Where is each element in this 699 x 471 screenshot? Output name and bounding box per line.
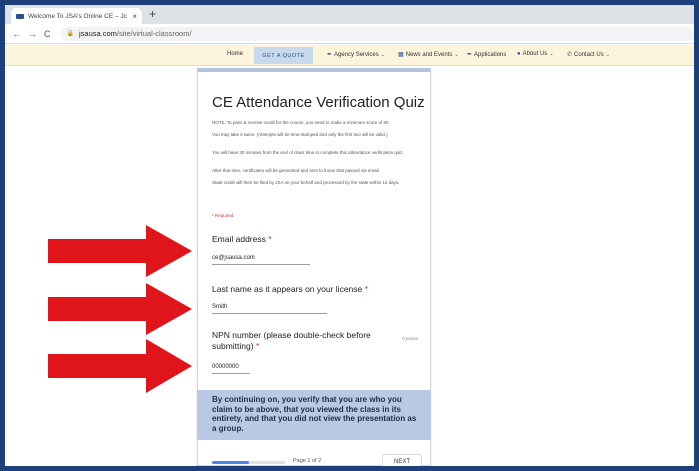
- form-note: State credit will then be filed by JSA o…: [212, 180, 400, 185]
- form-note: After that time, certificates will be ge…: [212, 168, 380, 173]
- get-quote-button[interactable]: GET A QUOTE: [254, 47, 313, 64]
- nav-contact-us-label: Contact Us: [574, 52, 604, 58]
- close-tab-icon[interactable]: ×: [132, 12, 137, 21]
- form-note: NOTE: To pass & receive credit for the c…: [212, 120, 390, 125]
- nav-agency-services[interactable]: ✒ Agency Services ⌄: [327, 51, 385, 58]
- npn-field[interactable]: 00000000: [212, 364, 250, 374]
- tab-strip: Welcome To JSA's Online CE – Jc × +: [5, 5, 694, 24]
- outer-frame: Welcome To JSA's Online CE – Jc × + ← → …: [0, 0, 699, 471]
- npn-label-text: NPN number (please double-check before s…: [212, 330, 371, 351]
- quiz-form-card: CE Attendance Verification Quiz NOTE: To…: [197, 68, 431, 466]
- calendar-icon: ▦: [398, 52, 404, 58]
- pen-icon: ✒: [327, 52, 333, 58]
- phone-icon: ✆: [567, 52, 573, 58]
- nav-news-events-label: News and Events: [405, 52, 453, 58]
- chevron-down-icon: ⌄: [454, 52, 459, 58]
- required-star: *: [268, 234, 272, 244]
- new-tab-button[interactable]: +: [149, 7, 156, 21]
- red-arrow-icon: [48, 225, 192, 277]
- url-path: /site/virtual-classroom/: [116, 29, 192, 38]
- progress-bar-fill: [212, 461, 249, 464]
- lock-icon: 🔒: [66, 31, 74, 37]
- pen-icon: ✒: [467, 52, 473, 58]
- form-note: You will have 30 minutes from the end of…: [212, 150, 404, 155]
- required-note: * Required: [212, 213, 234, 218]
- form-note: You may take it twice. (Attempts will be…: [212, 132, 388, 137]
- required-star: *: [255, 341, 260, 351]
- browser-tab[interactable]: Welcome To JSA's Online CE – Jc ×: [11, 8, 142, 24]
- question-label-email: Email address *: [212, 234, 272, 245]
- forward-icon[interactable]: →: [28, 29, 37, 39]
- browser-window: Welcome To JSA's Online CE – Jc × + ← → …: [5, 5, 694, 466]
- info-icon: ●: [517, 51, 521, 57]
- form-title: CE Attendance Verification Quiz: [212, 94, 425, 111]
- verification-banner-text: By continuing on, you verify that you ar…: [212, 395, 417, 434]
- points-label: 0 points: [402, 336, 418, 341]
- page-indicator: Page 1 of 2: [293, 458, 322, 464]
- site-navigation: Home GET A QUOTE ✒ Agency Services ⌄ ▦ News…: [5, 45, 694, 66]
- form-footer: Page 1 of 2 NEXT: [212, 454, 422, 466]
- red-arrow-icon: [48, 339, 192, 393]
- last-name-field[interactable]: Smith: [212, 304, 327, 314]
- nav-applications[interactable]: ✒ Applications: [467, 51, 506, 58]
- chevron-down-icon: ⌄: [605, 52, 610, 58]
- nav-about-us-label: About Us: [522, 51, 548, 57]
- url-input[interactable]: 🔒 jsausa.com/site/virtual-classroom/: [60, 26, 694, 41]
- reload-icon[interactable]: C: [44, 29, 51, 39]
- address-bar-row: ← → C 🔒 jsausa.com/site/virtual-classroo…: [5, 24, 694, 44]
- back-icon[interactable]: ←: [12, 29, 21, 39]
- nav-applications-label: Applications: [474, 52, 507, 58]
- url-host: jsausa.com: [78, 29, 117, 38]
- tab-title: Welcome To JSA's Online CE – Jc: [28, 12, 127, 20]
- progress-bar: [212, 461, 285, 464]
- nav-agency-services-label: Agency Services: [334, 52, 379, 58]
- chevron-down-icon: ⌄: [380, 52, 385, 58]
- required-star: *: [364, 284, 368, 294]
- nav-contact-us[interactable]: ✆ Contact Us ⌄: [567, 51, 610, 58]
- question-label-last-name: Last name as it appears on your license …: [212, 284, 368, 295]
- site-favicon-icon: [16, 13, 24, 19]
- red-arrow-icon: [48, 283, 192, 335]
- question-label-npn: NPN number (please double-check before s…: [212, 330, 387, 352]
- chevron-down-icon: ⌄: [549, 51, 554, 57]
- nav-news-events[interactable]: ▦ News and Events ⌄: [398, 51, 459, 58]
- email-field[interactable]: ce@jsausa.com: [212, 255, 310, 265]
- email-label-text: Email address: [212, 234, 266, 244]
- nav-home[interactable]: Home: [227, 51, 243, 57]
- next-button[interactable]: NEXT: [382, 454, 422, 466]
- nav-about-us[interactable]: ● About Us ⌄: [517, 51, 554, 57]
- last-name-label-text: Last name as it appears on your license: [212, 284, 363, 294]
